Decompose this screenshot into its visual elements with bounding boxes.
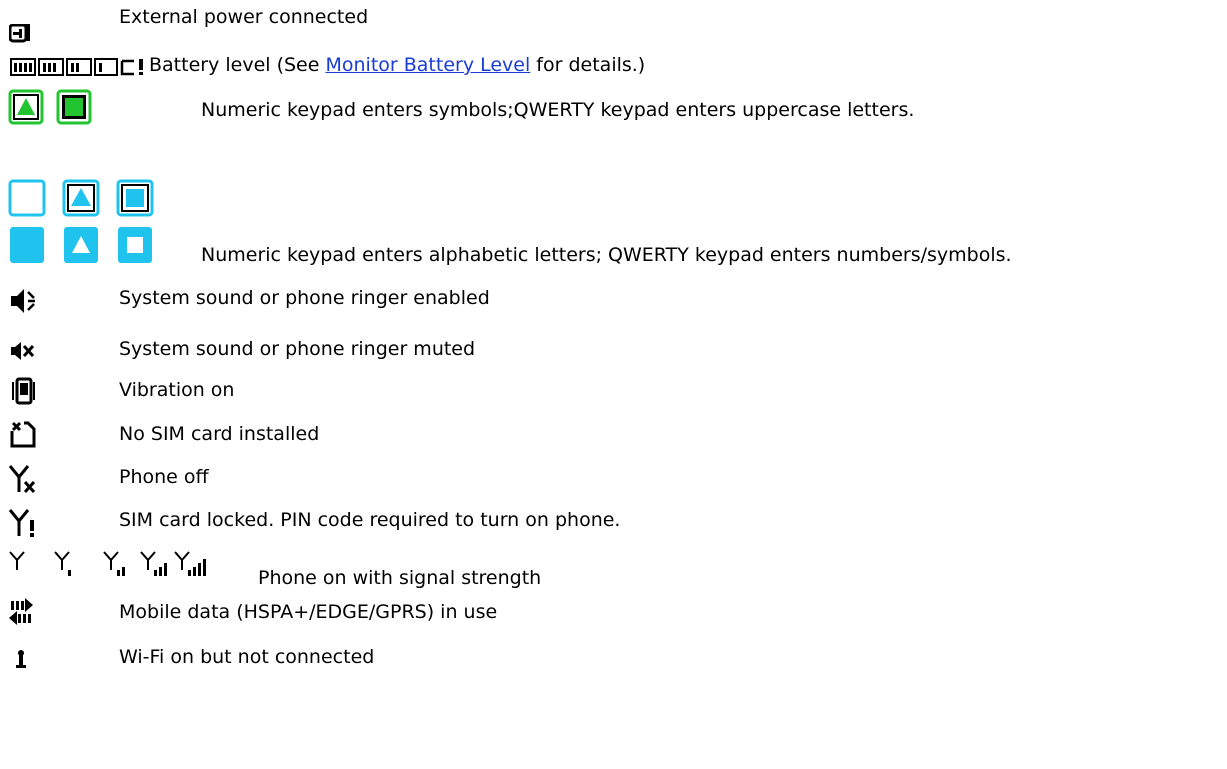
- sim-locked-icon: [8, 508, 38, 538]
- battery-levels-icon: [10, 57, 150, 79]
- item-text: Battery level (See Monitor Battery Level…: [149, 56, 645, 75]
- item-text: Numeric keypad enters alphabetic letters…: [201, 244, 1012, 266]
- no-sim-icon: [9, 421, 37, 449]
- item-text: Vibration on: [119, 379, 235, 401]
- battery-text-before: Battery level (See: [149, 54, 326, 76]
- item-text: No SIM card installed: [119, 423, 320, 445]
- signal-strength-icons: [8, 550, 238, 580]
- item-text: External power connected: [119, 6, 369, 28]
- cyan-keypad-mode-icons: [8, 177, 158, 273]
- status-row-wifi: Wi-Fi on but not connected: [0, 0, 1227, 668]
- green-keypad-mode-icons: [8, 89, 94, 125]
- wifi-not-connected-icon: [14, 649, 30, 669]
- item-text: Wi-Fi on but not connected: [119, 646, 375, 668]
- speaker-muted-icon: [9, 341, 35, 361]
- external-power-icon: [9, 24, 31, 44]
- phone-off-icon: [8, 464, 38, 494]
- mobile-data-icon: [8, 596, 34, 626]
- item-text: Phone on with signal strength: [258, 567, 542, 589]
- item-text: Numeric keypad enters symbols;QWERTY key…: [201, 99, 915, 121]
- speaker-on-icon: [9, 287, 35, 315]
- item-text: SIM card locked. PIN code required to tu…: [119, 509, 621, 531]
- item-text: System sound or phone ringer enabled: [119, 287, 490, 309]
- monitor-battery-level-link[interactable]: Monitor Battery Level: [325, 54, 530, 76]
- item-text: Phone off: [119, 466, 209, 488]
- item-text: Mobile data (HSPA+/EDGE/GPRS) in use: [119, 601, 498, 623]
- vibration-icon: [10, 376, 36, 406]
- item-text: System sound or phone ringer muted: [119, 338, 476, 360]
- battery-text-after: for details.): [530, 54, 646, 76]
